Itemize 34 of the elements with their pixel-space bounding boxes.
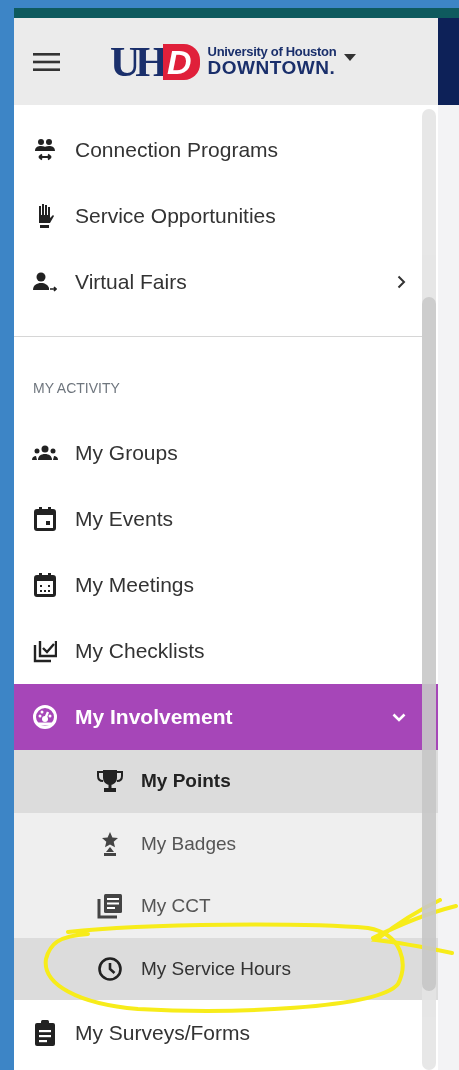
nav-subitem[interactable]: My CCT [14, 875, 438, 938]
nav-item[interactable]: My Surveys/Forms [14, 1000, 422, 1066]
logo-mark-d: D [163, 43, 200, 80]
trophy-icon [97, 769, 123, 794]
scrollbar-thumb[interactable] [422, 297, 436, 991]
checklist-icon [33, 639, 57, 663]
person-arrow-icon [33, 272, 57, 292]
nav-item[interactable]: My Meetings [14, 552, 422, 618]
menu-icon[interactable] [33, 52, 60, 71]
logo-title: DOWNTOWN. [207, 58, 337, 79]
nav-subitem[interactable]: My Badges [14, 812, 438, 875]
nav-item[interactable]: My Events [14, 486, 422, 552]
clock-icon [98, 956, 122, 981]
nav-item[interactable]: My Checklists [14, 618, 422, 684]
nav-item[interactable]: Virtual Fairs [14, 249, 422, 315]
logo-subtitle: University of Houston [207, 44, 337, 59]
nav-subitem[interactable]: My Points [14, 750, 438, 813]
star-award-icon [100, 831, 120, 856]
nav-item[interactable]: Service Opportunities [14, 183, 422, 249]
nav-item[interactable]: Connection Programs [14, 117, 422, 183]
chevron-right-icon [397, 275, 406, 289]
clipboard-icon [35, 1020, 55, 1046]
section-heading: MY ACTIVITY [32, 379, 121, 398]
group-icon [32, 445, 58, 461]
calendar-dots-icon [34, 573, 56, 597]
calendar-icon [34, 507, 56, 531]
documents-icon [97, 893, 123, 920]
nav-group-item[interactable]: My Involvement [14, 684, 438, 750]
gauge-icon [33, 705, 57, 729]
nav-item[interactable]: My Groups [14, 420, 422, 486]
logo-mark: UH [110, 40, 163, 83]
nav-subitem[interactable]: My Service Hours [14, 937, 438, 1000]
people-arrows-icon [33, 138, 57, 162]
caret-icon[interactable] [344, 54, 357, 61]
